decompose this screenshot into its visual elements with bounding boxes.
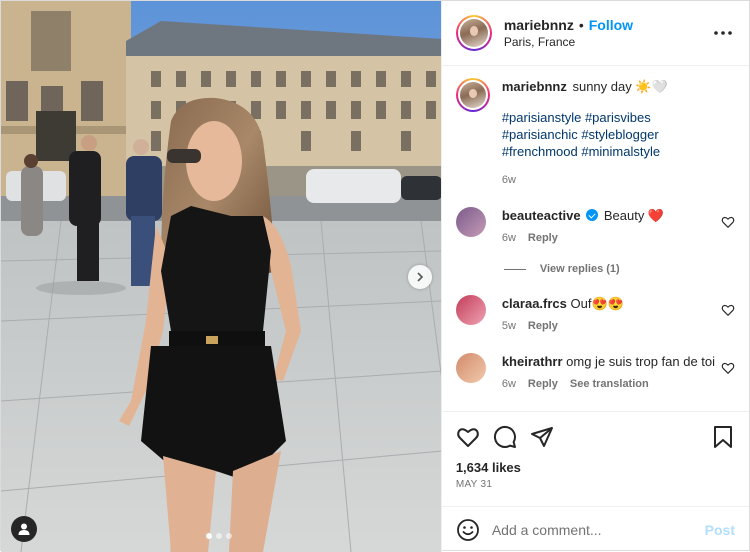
hashtag-link[interactable]: #minimalstyle: [581, 144, 660, 159]
post-location[interactable]: Paris, France: [504, 35, 711, 49]
heart-icon[interactable]: [721, 303, 735, 317]
commenter-username[interactable]: kheirathrr: [502, 354, 563, 369]
comment-item: claraa.frcs Ouf😍😍 5w Reply: [455, 295, 735, 335]
commenter-avatar[interactable]: [455, 353, 486, 383]
reply-button[interactable]: Reply: [528, 318, 558, 335]
caption-time: 6w: [501, 174, 516, 186]
comment-item: beauteactive Beauty ❤️ 6w Reply: [455, 207, 735, 247]
instagram-post: mariebnnz • Follow Paris, France mariebn…: [0, 0, 750, 552]
carousel-indicator: [206, 533, 232, 539]
user-tag-icon: [18, 523, 30, 535]
caption-username[interactable]: mariebnnz: [502, 79, 567, 94]
comment-text: omg je suis trop fan de toi: [566, 354, 716, 369]
commenter-username[interactable]: beauteactive: [502, 208, 581, 223]
comment-time: 5w: [501, 320, 516, 332]
see-translation-button[interactable]: See translation: [570, 376, 649, 393]
carousel-dot: [216, 533, 222, 539]
hashtag-link[interactable]: #parisianstyle: [502, 110, 582, 125]
post-photo[interactable]: [1, 1, 441, 552]
photo-scene: [1, 1, 441, 552]
heart-icon: [457, 428, 479, 447]
comment-button[interactable]: [493, 425, 517, 449]
more-horizontal-icon: [714, 31, 732, 35]
post-comment-button[interactable]: Post: [705, 522, 735, 538]
post-details-panel: mariebnnz • Follow Paris, France mariebn…: [440, 1, 749, 552]
hashtag-link[interactable]: #frenchmood: [502, 144, 578, 159]
comment-time: 6w: [501, 232, 516, 244]
tagged-users-button[interactable]: [11, 516, 37, 542]
carousel-dot: [226, 533, 232, 539]
likes-count[interactable]: 1,634 likes: [456, 460, 735, 475]
caption-text: sunny day ☀️🤍: [572, 79, 668, 94]
more-options-button[interactable]: [711, 21, 735, 45]
post-actions: 1,634 likes MAY 31: [441, 411, 749, 506]
caption: mariebnnz sunny day ☀️🤍 #parisianstyle #…: [455, 78, 735, 189]
heart-icon[interactable]: [721, 361, 735, 375]
view-replies-label: View replies (1): [539, 263, 620, 275]
hashtag-link[interactable]: #parisianchic: [502, 127, 578, 142]
comment-bubble-icon: [493, 425, 516, 448]
comments-list[interactable]: mariebnnz sunny day ☀️🤍 #parisianstyle #…: [442, 66, 749, 411]
share-button[interactable]: [530, 425, 554, 449]
heart-icon[interactable]: [721, 215, 735, 229]
separator-dot: •: [578, 17, 584, 33]
author-avatar[interactable]: [455, 15, 492, 51]
reply-button[interactable]: Reply: [528, 230, 558, 247]
verified-badge-icon: [586, 209, 599, 221]
commenter-avatar[interactable]: [455, 295, 486, 325]
hashtag-link[interactable]: #styleblogger: [581, 127, 658, 142]
caption-hashtags: #parisianstyle #parisvibes #parisianchic…: [502, 109, 682, 160]
reply-button[interactable]: Reply: [528, 376, 558, 393]
view-replies-button[interactable]: View replies (1): [503, 263, 735, 275]
chevron-right-icon: [417, 272, 424, 282]
hashtag-link[interactable]: #parisvibes: [585, 110, 651, 125]
comment-item: kheirathrr omg je suis trop fan de toi 6…: [455, 353, 735, 393]
like-button[interactable]: [456, 425, 480, 449]
bookmark-icon: [714, 426, 732, 448]
comment-text: Beauty ❤️: [603, 208, 665, 223]
comment-input[interactable]: [491, 521, 705, 538]
add-comment-bar: Post: [441, 506, 749, 552]
emoji-button[interactable]: [456, 518, 480, 542]
next-photo-button[interactable]: [408, 265, 432, 289]
follow-button[interactable]: Follow: [589, 17, 633, 33]
post-header: mariebnnz • Follow Paris, France: [441, 1, 749, 66]
commenter-avatar[interactable]: [455, 207, 486, 237]
comment-text: Ouf😍😍: [570, 296, 624, 311]
smiley-icon: [456, 518, 479, 541]
caption-avatar[interactable]: [455, 78, 490, 112]
carousel-dot: [206, 533, 212, 539]
paper-plane-icon: [530, 427, 553, 447]
post-date: MAY 31: [455, 479, 493, 490]
save-button[interactable]: [711, 425, 735, 449]
author-username[interactable]: mariebnnz: [504, 17, 574, 33]
comment-time: 6w: [501, 378, 516, 390]
commenter-username[interactable]: claraa.frcs: [502, 296, 567, 311]
